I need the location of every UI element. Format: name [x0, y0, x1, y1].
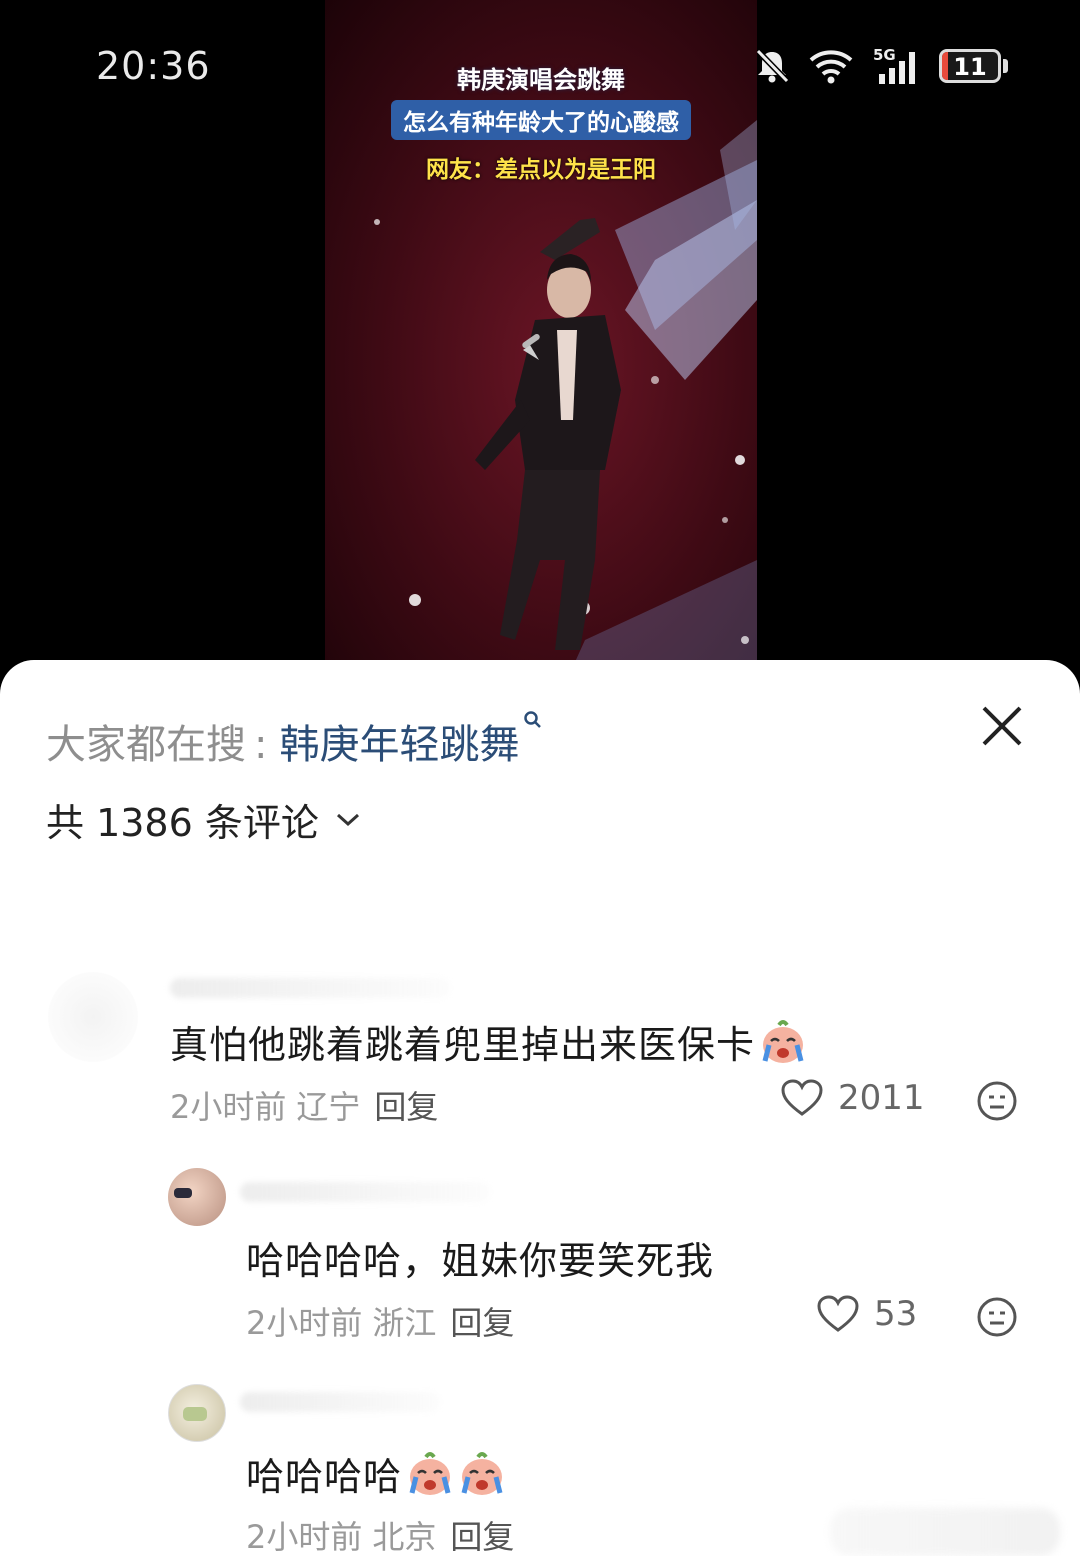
- comment-time: 2小时前: [170, 1088, 287, 1126]
- heart-icon: [781, 1079, 823, 1116]
- comment-count: 共 1386 条评论: [46, 801, 319, 845]
- network-label: 5G: [873, 46, 896, 64]
- username-redacted: [240, 1392, 440, 1412]
- comment-meta: 2小时前 辽宁 回复: [170, 1082, 438, 1128]
- chevron-down-icon: [336, 813, 359, 826]
- watermark-blur: [830, 1508, 1060, 1556]
- video-player[interactable]: 韩庚演唱会跳舞 怎么有种年龄大了的心酸感 网友：差点以为是王阳: [325, 0, 757, 662]
- comment-meta: 2小时前 浙江 回复: [246, 1298, 514, 1344]
- username-redacted: [170, 978, 450, 998]
- close-icon[interactable]: [980, 704, 1024, 748]
- comment-location: 浙江: [372, 1304, 437, 1342]
- crying-laugh-emoji-icon: [409, 1451, 451, 1495]
- video-caption-comment: 网友：差点以为是王阳: [426, 157, 656, 183]
- avatar[interactable]: [168, 1168, 226, 1226]
- comment-meta: 2小时前 北京 回复: [246, 1512, 514, 1556]
- comment-location: 辽宁: [296, 1088, 361, 1126]
- comment-text: 哈哈哈哈: [246, 1446, 506, 1501]
- reply-button[interactable]: 回复: [450, 1518, 514, 1556]
- username-redacted: [240, 1182, 490, 1202]
- like-button[interactable]: 53: [816, 1294, 917, 1334]
- avatar[interactable]: [48, 972, 138, 1062]
- battery-level: 11: [953, 53, 987, 81]
- search-term-link[interactable]: 韩庚年轻跳舞: [279, 712, 519, 770]
- video-caption-subtitle: 怎么有种年龄大了的心酸感: [391, 100, 691, 140]
- comment-count-sort[interactable]: 共 1386 条评论: [46, 792, 361, 847]
- video-caption-title: 韩庚演唱会跳舞: [457, 66, 625, 94]
- reply-button[interactable]: 回复: [450, 1304, 514, 1342]
- crying-laugh-emoji-icon: [762, 1019, 804, 1063]
- status-time: 20:36: [96, 44, 211, 88]
- status-icons: 5G 11: [753, 46, 1008, 86]
- avatar[interactable]: [168, 1384, 226, 1442]
- battery-icon: 11: [939, 49, 1008, 83]
- search-icon: [524, 711, 542, 728]
- dislike-face-icon[interactable]: [976, 1296, 1018, 1338]
- search-prefix: 大家都在搜: [46, 722, 246, 768]
- comment-body: 哈哈哈哈，姐妹你要笑死我: [246, 1239, 715, 1283]
- wifi-icon: [809, 50, 853, 84]
- comment-sheet: 大家都在搜 : 韩庚年轻跳舞 共 1386 条评论 真怕他跳着跳着兜里掉出来医保…: [0, 660, 1080, 1556]
- comment-location: 北京: [372, 1518, 437, 1556]
- comment-time: 2小时前: [246, 1304, 363, 1342]
- comment-body: 真怕他跳着跳着兜里掉出来医保卡: [170, 1023, 756, 1067]
- like-button[interactable]: 2011: [780, 1078, 925, 1118]
- heart-icon: [817, 1295, 859, 1332]
- trending-search[interactable]: 大家都在搜 : 韩庚年轻跳舞: [46, 711, 543, 770]
- dislike-face-icon[interactable]: [976, 1080, 1018, 1122]
- mute-bell-icon: [755, 48, 790, 84]
- search-separator: :: [254, 722, 268, 768]
- comment-body: 哈哈哈哈: [246, 1455, 403, 1499]
- comment-text: 真怕他跳着跳着兜里掉出来医保卡: [170, 1014, 807, 1069]
- comment-time: 2小时前: [246, 1518, 363, 1556]
- signal-icon: 5G: [873, 46, 915, 84]
- like-count: 53: [874, 1294, 918, 1334]
- like-count: 2011: [838, 1078, 925, 1118]
- comment-text: 哈哈哈哈，姐妹你要笑死我: [246, 1230, 714, 1285]
- reply-button[interactable]: 回复: [374, 1088, 438, 1126]
- crying-laugh-emoji-icon: [461, 1451, 503, 1495]
